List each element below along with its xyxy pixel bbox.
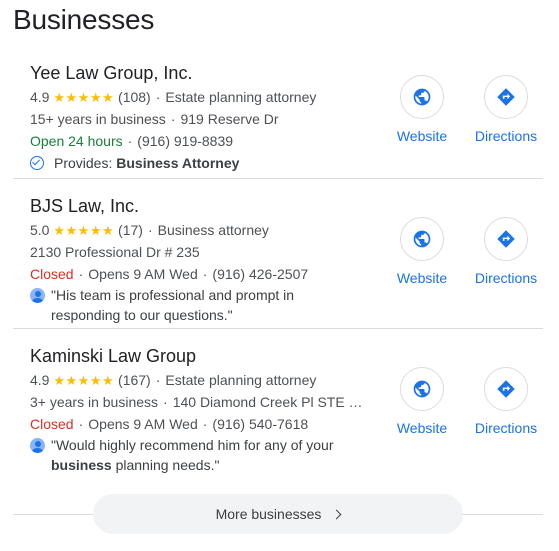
review-count[interactable]: (17) bbox=[118, 222, 143, 238]
review-text: "His team is professional and prompt in … bbox=[51, 285, 371, 325]
website-button[interactable]: Website bbox=[387, 367, 457, 436]
directions-label[interactable]: Directions bbox=[471, 128, 541, 144]
review-line-1: "Would highly recommend him for any of y… bbox=[51, 437, 334, 453]
open-status: Open 24 hours bbox=[30, 133, 123, 149]
star-rating-icon: ★★★★★ bbox=[53, 90, 115, 105]
provides-label: Provides: bbox=[54, 155, 113, 171]
category: Business attorney bbox=[157, 222, 269, 238]
globe-icon bbox=[413, 230, 431, 248]
website-circle[interactable] bbox=[400, 367, 444, 411]
website-button[interactable]: Website bbox=[387, 217, 457, 286]
rating-value: 5.0 bbox=[30, 222, 50, 238]
opening-hours: Opens 9 AM Wed bbox=[88, 266, 198, 282]
website-label[interactable]: Website bbox=[387, 128, 457, 144]
hours-line: Open 24 hours · (916) 919-8839 bbox=[30, 133, 234, 149]
star-rating-icon: ★★★★★ bbox=[53, 373, 115, 388]
directions-button[interactable]: Directions bbox=[471, 75, 541, 144]
review-text: "Would highly recommend him for any of y… bbox=[51, 435, 371, 475]
closed-status: Closed bbox=[30, 266, 74, 282]
directions-label[interactable]: Directions bbox=[471, 270, 541, 286]
hours-line: Closed · Opens 9 AM Wed · (916) 540-7618 bbox=[30, 416, 309, 432]
star-rating-icon: ★★★★★ bbox=[53, 223, 115, 238]
hours-line: Closed · Opens 9 AM Wed · (916) 426-2507 bbox=[30, 266, 309, 282]
address: 140 Diamond Creek Pl STE … bbox=[172, 394, 363, 410]
review-count[interactable]: (167) bbox=[118, 372, 151, 388]
business-name[interactable]: Yee Law Group, Inc. bbox=[30, 63, 192, 84]
directions-icon bbox=[497, 380, 515, 398]
globe-icon bbox=[413, 380, 431, 398]
directions-circle[interactable] bbox=[484, 75, 528, 119]
years-in-business: 15+ years in business bbox=[30, 111, 166, 127]
divider bbox=[13, 328, 543, 329]
chevron-right-icon bbox=[331, 509, 342, 519]
directions-circle[interactable] bbox=[484, 217, 528, 261]
review-line-2: business planning needs." bbox=[51, 455, 371, 475]
info-line: 15+ years in business · 919 Reserve Dr bbox=[30, 111, 279, 127]
provides-value: Business Attorney bbox=[116, 155, 240, 171]
more-businesses-label[interactable]: More businesses bbox=[216, 506, 322, 522]
rating-line: 4.9 ★★★★★ (108) · Estate planning attorney bbox=[30, 89, 317, 105]
globe-icon bbox=[413, 88, 431, 106]
directions-label[interactable]: Directions bbox=[471, 420, 541, 436]
opening-hours: Opens 9 AM Wed bbox=[88, 416, 198, 432]
address: 2130 Professional Dr # 235 bbox=[30, 244, 200, 260]
avatar-icon bbox=[30, 438, 45, 453]
review-bold-word: business bbox=[51, 457, 112, 473]
years-in-business: 3+ years in business bbox=[30, 394, 159, 410]
phone-number[interactable]: (916) 540-7618 bbox=[212, 416, 308, 432]
directions-button[interactable]: Directions bbox=[471, 217, 541, 286]
directions-icon bbox=[497, 230, 515, 248]
review-count[interactable]: (108) bbox=[118, 89, 151, 105]
category: Estate planning attorney bbox=[165, 372, 317, 388]
directions-icon bbox=[497, 88, 515, 106]
avatar-icon bbox=[30, 288, 45, 303]
info-line: 3+ years in business · 140 Diamond Creek P… bbox=[30, 394, 363, 410]
rating-value: 4.9 bbox=[30, 89, 50, 105]
review-line-1: "His team is professional and prompt in bbox=[51, 287, 295, 303]
rating-value: 4.9 bbox=[30, 372, 50, 388]
website-circle[interactable] bbox=[400, 75, 444, 119]
review-line-2: responding to our questions." bbox=[51, 307, 233, 323]
address: 919 Reserve Dr bbox=[180, 111, 279, 127]
review-rest: planning needs." bbox=[111, 457, 220, 473]
rating-line: 4.9 ★★★★★ (167) · Estate planning attorney bbox=[30, 372, 317, 388]
business-name[interactable]: BJS Law, Inc. bbox=[30, 196, 139, 217]
website-button[interactable]: Website bbox=[387, 75, 457, 144]
website-label[interactable]: Website bbox=[387, 420, 457, 436]
category: Estate planning attorney bbox=[165, 89, 317, 105]
rating-line: 5.0 ★★★★★ (17) · Business attorney bbox=[30, 222, 269, 238]
more-businesses-button[interactable]: More businesses bbox=[93, 494, 463, 534]
business-name[interactable]: Kaminski Law Group bbox=[30, 346, 196, 367]
website-circle[interactable] bbox=[400, 217, 444, 261]
provides-line: Provides: Business Attorney bbox=[30, 155, 239, 171]
phone-number[interactable]: (916) 426-2507 bbox=[212, 266, 308, 282]
directions-button[interactable]: Directions bbox=[471, 367, 541, 436]
website-label[interactable]: Website bbox=[387, 270, 457, 286]
directions-circle[interactable] bbox=[484, 367, 528, 411]
phone-number[interactable]: (916) 919-8839 bbox=[137, 133, 233, 149]
review-snippet: "His team is professional and prompt in … bbox=[30, 285, 390, 327]
review-snippet: "Would highly recommend him for any of y… bbox=[30, 435, 390, 477]
divider bbox=[13, 178, 543, 179]
closed-status: Closed bbox=[30, 416, 74, 432]
section-title: Businesses bbox=[13, 4, 155, 35]
check-circle-icon bbox=[30, 156, 44, 170]
